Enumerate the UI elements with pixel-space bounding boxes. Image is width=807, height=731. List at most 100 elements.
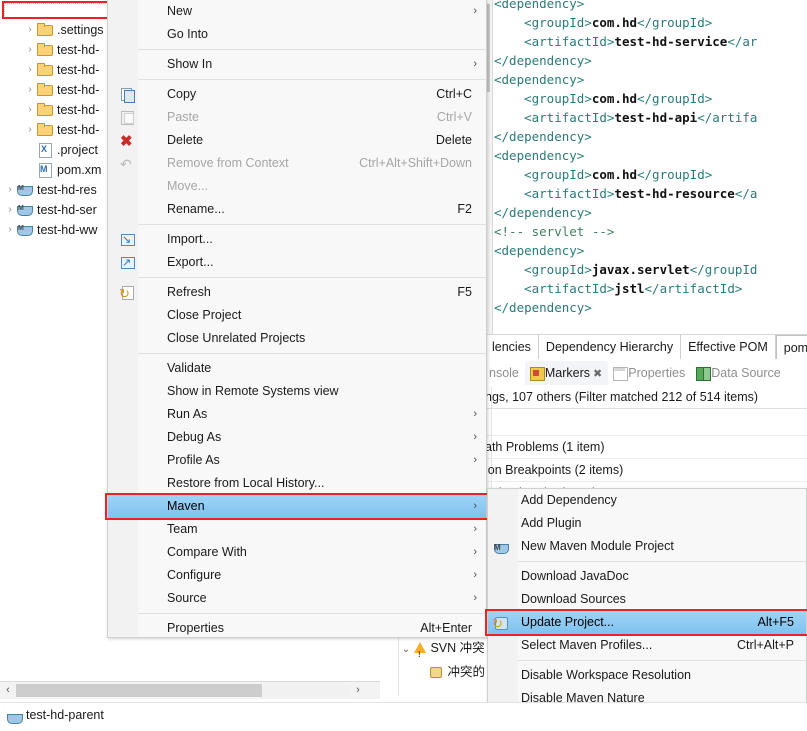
submenu-arrow-icon: › xyxy=(473,523,477,535)
delete-icon xyxy=(119,130,136,153)
menu-item[interactable]: Maven › xyxy=(108,495,486,518)
menu-item[interactable]: Add Plugin xyxy=(488,512,806,535)
menu-item[interactable]: Refresh F5 xyxy=(108,281,486,305)
menu-item[interactable]: Compare With › xyxy=(108,541,486,564)
menu-item-shortcut: Alt+F5 xyxy=(757,615,794,629)
code-token: com.hd xyxy=(591,167,637,182)
tree-twisty-icon[interactable]: › xyxy=(24,80,36,100)
menu-item[interactable]: Show In › xyxy=(108,53,486,76)
menu-item[interactable]: Debug As › xyxy=(108,426,486,449)
menu-item[interactable]: Import... xyxy=(108,228,486,252)
editor-tab[interactable]: pom.xm xyxy=(775,335,807,359)
markers-summary-text: ngs, 107 others (Filter matched 212 of 5… xyxy=(485,390,759,404)
tree-twisty-icon[interactable]: › xyxy=(4,220,16,240)
editor-form-tabs[interactable]: lencies Dependency Hierarchy Effective POM… xyxy=(485,334,807,362)
close-icon[interactable]: ✖ xyxy=(590,368,602,380)
code-token: </artifa xyxy=(697,110,758,125)
menu-item[interactable]: Copy Ctrl+C xyxy=(108,83,486,106)
markers-tab-label: Data Source xyxy=(711,366,781,380)
project-context-menu[interactable]: New › Go Into Show In › Copy Ctrl+C Paste Ctrl+V… xyxy=(107,0,487,638)
tree-twisty-icon[interactable]: › xyxy=(24,120,36,140)
scroll-left-arrow-icon[interactable]: ‹ xyxy=(0,682,16,699)
submenu-arrow-icon: › xyxy=(473,431,477,443)
markers-tab[interactable]: nsole xyxy=(485,361,525,385)
code-token: test-hd-service xyxy=(614,34,728,49)
menu-item[interactable]: Disable Workspace Resolution xyxy=(488,664,806,687)
tree-item-label: .settings xyxy=(57,23,104,37)
markers-tab[interactable]: Data Source xyxy=(691,361,786,385)
menu-item[interactable]: Delete Delete xyxy=(108,129,486,153)
scrollbar-track[interactable] xyxy=(262,684,350,697)
code-token: <groupId> xyxy=(524,167,592,182)
code-token: </groupId xyxy=(689,262,758,277)
menu-item[interactable]: Close Project xyxy=(108,304,486,327)
menu-item[interactable]: New Maven Module Project xyxy=(488,535,806,559)
markers-view-tabs[interactable]: nsole Markers ✖ Properties Data Source xyxy=(485,361,807,387)
maven-submenu[interactable]: Add Dependency Add Plugin New Maven Module… xyxy=(487,488,807,731)
code-token: </groupId> xyxy=(637,167,713,182)
svn-conflict-rows[interactable]: ⌄ SVN 冲突 ( 冲突的 xyxy=(398,636,486,696)
markers-tab[interactable]: Properties xyxy=(608,361,691,385)
status-bar: test-hd-parent xyxy=(0,702,807,731)
menu-item-label: Disable Workspace Resolution xyxy=(521,668,691,682)
marker-row[interactable] xyxy=(485,413,807,436)
menu-item[interactable]: Validate xyxy=(108,357,486,380)
menu-item[interactable]: Restore from Local History... xyxy=(108,472,486,495)
menu-item[interactable]: Select Maven Profiles... Ctrl+Alt+P xyxy=(488,634,806,657)
remove-from-context-icon xyxy=(119,153,136,176)
data-source-icon xyxy=(695,366,712,381)
svn-conflict-row[interactable]: 冲突的 xyxy=(399,660,486,684)
folder-icon xyxy=(36,101,54,117)
tree-item-label: pom.xm xyxy=(57,163,102,177)
maven-submenu-items[interactable]: Add Dependency Add Plugin New Maven Module… xyxy=(488,489,806,731)
markers-tab-label: Properties xyxy=(628,366,686,380)
menu-item[interactable]: New › xyxy=(108,0,486,23)
scroll-right-arrow-icon[interactable]: › xyxy=(350,682,366,699)
submenu-arrow-icon: › xyxy=(473,546,477,558)
menu-item[interactable]: Close Unrelated Projects xyxy=(108,327,486,350)
chevron-down-icon[interactable]: ⌄ xyxy=(399,638,413,662)
warning-icon xyxy=(413,641,427,667)
tree-twisty-icon[interactable]: › xyxy=(4,200,16,220)
menu-item[interactable]: Source › xyxy=(108,587,486,610)
markers-tab[interactable]: Markers ✖ xyxy=(524,361,609,385)
menu-item[interactable]: Update Project... Alt+F5 xyxy=(488,611,806,635)
menu-item-shortcut: F5 xyxy=(457,285,472,299)
pom-xml-editor[interactable]: <dependency> <groupId>com.hd</groupId> <… xyxy=(485,0,807,334)
folder-icon xyxy=(36,21,54,37)
menu-item[interactable]: Run As › xyxy=(108,403,486,426)
menu-separator xyxy=(138,224,486,225)
context-menu-items[interactable]: New › Go Into Show In › Copy Ctrl+C Paste Ctrl+V… xyxy=(108,0,486,640)
code-token: <artifactId> xyxy=(524,186,615,201)
tree-twisty-icon[interactable]: › xyxy=(24,40,36,60)
explorer-horizontal-scrollbar[interactable]: ‹ › xyxy=(0,681,380,699)
scrollbar-thumb[interactable] xyxy=(16,684,262,697)
tree-twisty-icon[interactable]: › xyxy=(24,60,36,80)
menu-item[interactable]: Download Sources xyxy=(488,588,806,611)
editor-source-code[interactable]: <dependency> <groupId>com.hd</groupId> <… xyxy=(494,0,757,317)
editor-tab[interactable]: Effective POM xyxy=(681,335,776,359)
editor-tab[interactable]: lencies xyxy=(485,335,539,359)
tree-twisty-icon[interactable]: › xyxy=(4,180,16,200)
tree-item-label: test-hd-ser xyxy=(37,203,97,217)
menu-item-label: Import... xyxy=(167,232,213,246)
menu-item[interactable]: Show in Remote Systems view xyxy=(108,380,486,403)
editor-tab[interactable]: Dependency Hierarchy xyxy=(539,335,682,359)
menu-item[interactable]: Profile As › xyxy=(108,449,486,472)
tree-twisty-icon[interactable]: › xyxy=(24,100,36,120)
menu-item[interactable]: Configure › xyxy=(108,564,486,587)
menu-item[interactable]: Export... xyxy=(108,251,486,275)
menu-item-shortcut: Ctrl+Alt+Shift+Down xyxy=(359,156,472,170)
code-token: </ar xyxy=(727,34,758,49)
marker-row[interactable]: ath Problems (1 item) xyxy=(485,436,807,459)
menu-item[interactable]: Add Dependency xyxy=(488,489,806,512)
paste-icon xyxy=(119,110,136,126)
menu-item[interactable]: Go Into xyxy=(108,23,486,46)
menu-item[interactable]: Download JavaDoc xyxy=(488,565,806,588)
tree-twisty-icon[interactable]: › xyxy=(24,20,36,40)
menu-item[interactable]: Team › xyxy=(108,518,486,541)
menu-item[interactable]: Properties Alt+Enter xyxy=(108,617,486,640)
menu-item[interactable]: Rename... F2 xyxy=(108,198,486,221)
marker-row[interactable]: ion Breakpoints (2 items) xyxy=(485,459,807,482)
folder-icon xyxy=(36,61,54,77)
